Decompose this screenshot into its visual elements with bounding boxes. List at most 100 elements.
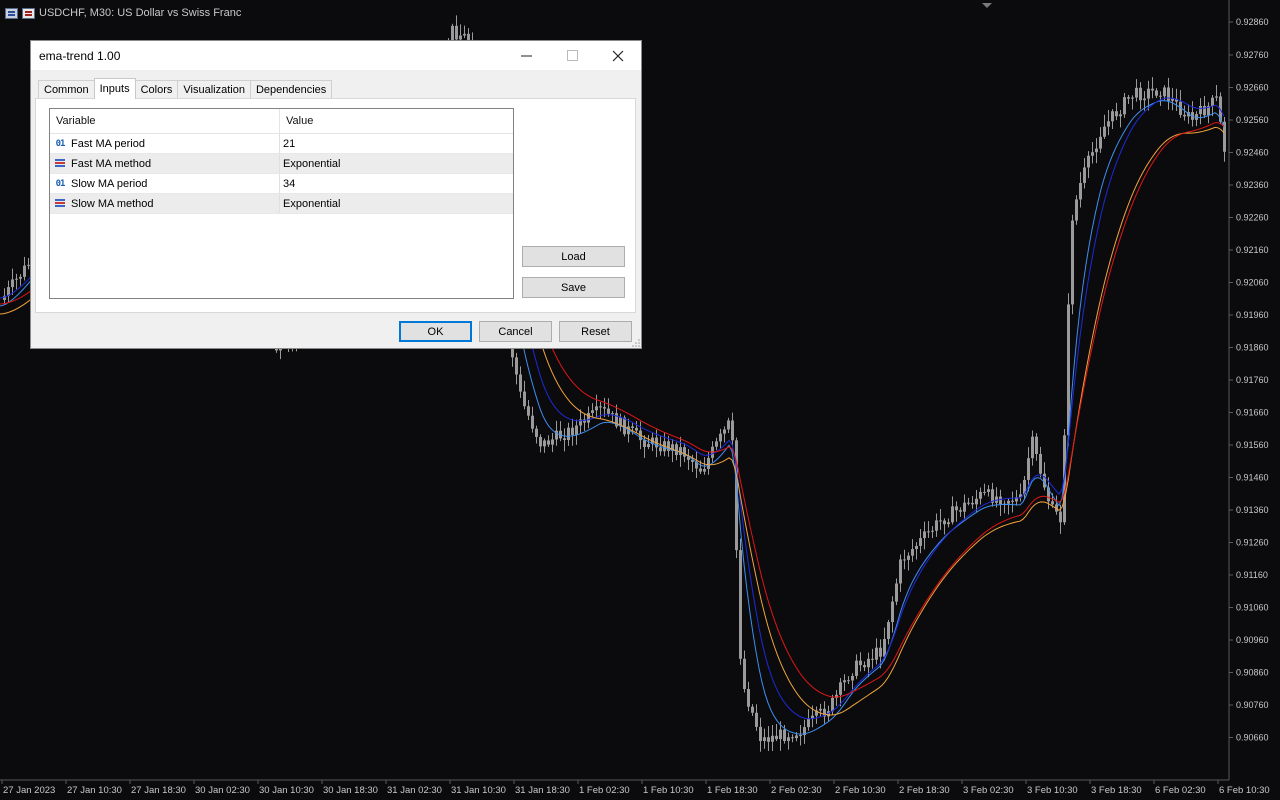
- candle-body: [931, 530, 934, 532]
- candle-body: [959, 510, 962, 512]
- candle-body: [819, 708, 822, 711]
- candle-body: [715, 441, 718, 447]
- value-cell[interactable]: 34: [280, 174, 513, 193]
- minimize-button[interactable]: [503, 41, 549, 70]
- table-row[interactable]: 01 Fast MA period 21: [50, 134, 513, 154]
- candle-body: [1215, 96, 1218, 98]
- time-tick-label: 27 Jan 18:30: [131, 785, 186, 796]
- candle-body: [623, 417, 626, 435]
- time-tick-label: 6 Feb 10:30: [1219, 785, 1270, 796]
- candle-body: [1107, 121, 1110, 127]
- candle-body: [767, 737, 770, 742]
- tab-visualization[interactable]: Visualization: [177, 80, 251, 99]
- candle-body: [1099, 136, 1102, 149]
- table-row[interactable]: Fast MA method Exponential: [50, 154, 513, 174]
- candle-body: [1135, 87, 1138, 98]
- variable-name: Slow MA period: [71, 177, 148, 190]
- tab-colors[interactable]: Colors: [134, 80, 179, 99]
- candle-body: [763, 737, 766, 742]
- candle-body: [1143, 98, 1146, 101]
- candle-body: [459, 35, 462, 40]
- candle-body: [919, 538, 922, 546]
- save-button[interactable]: Save: [522, 277, 625, 298]
- candle-body: [791, 737, 794, 739]
- candle-body: [611, 413, 614, 415]
- reset-button[interactable]: Reset: [559, 321, 632, 342]
- resize-grip-icon[interactable]: [632, 339, 640, 347]
- close-button[interactable]: [595, 41, 641, 70]
- minimize-icon: [520, 55, 532, 57]
- price-tick-label: 0.90760: [1236, 700, 1269, 710]
- candle-body: [1123, 97, 1126, 115]
- time-tick-label: 27 Jan 2023: [3, 785, 55, 796]
- time-tick-label: 6 Feb 02:30: [1155, 785, 1206, 796]
- candle-body: [975, 498, 978, 505]
- candle-body: [847, 680, 850, 682]
- depth-of-market-icon[interactable]: [22, 7, 35, 19]
- candle-body: [631, 426, 634, 428]
- candle-body: [1163, 87, 1166, 97]
- cancel-button[interactable]: Cancel: [479, 321, 552, 342]
- variable-name: Fast MA method: [71, 157, 152, 170]
- candle-body: [531, 415, 534, 429]
- candle-body: [867, 658, 870, 668]
- enum-type-icon: [55, 159, 65, 168]
- table-row[interactable]: Slow MA method Exponential: [50, 194, 513, 214]
- candle-body: [551, 439, 554, 445]
- price-tick-label: 0.91060: [1236, 603, 1269, 613]
- candle-body: [727, 420, 730, 430]
- candle-body: [635, 427, 638, 431]
- candle-body: [895, 583, 898, 602]
- one-click-trading-icon[interactable]: [5, 7, 18, 19]
- candle-body: [599, 406, 602, 408]
- candle-body: [795, 735, 798, 739]
- candle-body: [1119, 114, 1122, 117]
- price-tick-label: 0.91460: [1236, 473, 1269, 483]
- candle-body: [1155, 90, 1158, 96]
- candle-body: [747, 689, 750, 707]
- candle-body: [879, 647, 882, 657]
- variable-name: Slow MA method: [71, 197, 154, 210]
- candle-body: [947, 522, 950, 525]
- ok-button[interactable]: OK: [399, 321, 472, 342]
- candle-body: [1127, 97, 1130, 99]
- candle-body: [707, 457, 710, 470]
- inputs-grid[interactable]: Variable Value 01 Fast MA period 21 Fast…: [49, 108, 514, 299]
- time-tick-label: 27 Jan 10:30: [67, 785, 122, 796]
- value-cell[interactable]: 21: [280, 134, 513, 153]
- price-tick-label: 0.91860: [1236, 343, 1269, 353]
- price-tick-label: 0.90960: [1236, 635, 1269, 645]
- candle-body: [951, 506, 954, 523]
- candle-body: [719, 433, 722, 442]
- candle-body: [883, 638, 886, 657]
- candle-body: [463, 33, 466, 36]
- value-cell[interactable]: Exponential: [280, 194, 513, 213]
- candle-body: [971, 502, 974, 505]
- candle-body: [607, 408, 610, 414]
- candle-body: [519, 374, 522, 392]
- load-button[interactable]: Load: [522, 246, 625, 267]
- candle-body: [1007, 500, 1010, 504]
- price-tick-label: 0.90860: [1236, 668, 1269, 678]
- dialog-titlebar[interactable]: ema-trend 1.00: [31, 41, 641, 70]
- price-tick-label: 0.91660: [1236, 408, 1269, 418]
- price-tick-label: 0.92160: [1236, 245, 1269, 255]
- column-header-variable[interactable]: Variable: [50, 109, 280, 133]
- candle-body: [983, 491, 986, 493]
- candle-body: [1111, 111, 1114, 122]
- candle-body: [907, 555, 910, 560]
- price-tick-label: 0.91760: [1236, 375, 1269, 385]
- price-tick-label: 0.92560: [1236, 115, 1269, 125]
- tab-common[interactable]: Common: [38, 80, 95, 99]
- candle-body: [759, 726, 762, 742]
- candle-body: [539, 436, 542, 447]
- candle-body: [943, 520, 946, 525]
- table-row[interactable]: 01 Slow MA period 34: [50, 174, 513, 194]
- candle-body: [679, 447, 682, 456]
- tab-inputs[interactable]: Inputs: [93, 78, 136, 99]
- value-cell[interactable]: Exponential: [280, 154, 513, 173]
- candle-body: [851, 675, 854, 681]
- candle-body: [955, 506, 958, 511]
- column-header-value[interactable]: Value: [280, 109, 513, 133]
- tab-dependencies[interactable]: Dependencies: [249, 80, 333, 99]
